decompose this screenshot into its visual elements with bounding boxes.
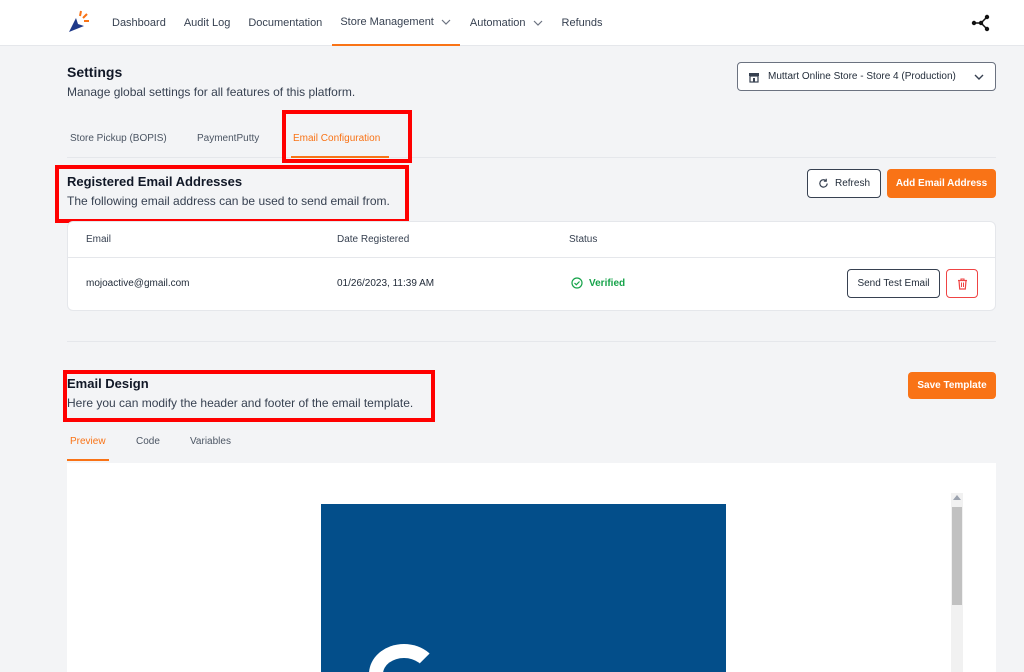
network-graph-icon[interactable] [970, 12, 992, 34]
nav-store-management[interactable]: Store Management [332, 0, 460, 46]
nav-refunds[interactable]: Refunds [554, 0, 611, 46]
column-header-date-registered: Date Registered [337, 234, 410, 245]
tab-variables[interactable]: Variables [190, 436, 231, 447]
active-subtab-indicator [67, 459, 109, 461]
add-email-address-button[interactable]: Add Email Address [887, 169, 996, 198]
nav-dashboard-label: Dashboard [112, 17, 166, 29]
section-divider [67, 341, 996, 342]
annotation-box [55, 165, 409, 223]
chevron-down-icon [441, 19, 451, 25]
nav-documentation-label: Documentation [248, 17, 323, 29]
annotation-box [282, 110, 412, 163]
store-select[interactable]: Muttart Online Store - Store 4 (Producti… [737, 62, 996, 91]
nav-store-management-label: Store Management [340, 16, 434, 28]
page-subtitle: Manage global settings for all features … [67, 85, 356, 99]
tab-store-pickup-label: Store Pickup (BOPIS) [70, 132, 167, 144]
settings-tabs: Store Pickup (BOPIS) PaymentPutty Email … [67, 118, 996, 158]
nav-dashboard[interactable]: Dashboard [104, 0, 174, 46]
check-circle-icon [571, 277, 583, 289]
nav-automation[interactable]: Automation [462, 0, 552, 46]
date-cell: 01/26/2023, 11:39 AM [337, 278, 435, 289]
nav-audit-log-label: Audit Log [183, 17, 231, 29]
column-header-status: Status [569, 234, 598, 245]
email-cell: mojoactive@gmail.com [86, 278, 190, 289]
store-icon [749, 72, 759, 83]
table-header: Email Date Registered Status [68, 222, 995, 258]
trash-icon [957, 277, 967, 290]
status-badge: Verified [571, 277, 625, 289]
tab-paymentputty-label: PaymentPutty [197, 132, 260, 144]
save-template-button[interactable]: Save Template [908, 372, 996, 399]
refresh-button-label: Refresh [834, 178, 870, 189]
email-header-banner [321, 504, 726, 672]
nav-documentation[interactable]: Documentation [240, 0, 330, 46]
registered-emails-table: Email Date Registered Status mojoactive@… [67, 221, 996, 311]
nav-audit-log[interactable]: Audit Log [176, 0, 238, 46]
nav-automation-label: Automation [469, 17, 526, 29]
store-select-value: Muttart Online Store - Store 4 (Producti… [768, 71, 956, 82]
email-preview-frame [67, 463, 996, 672]
send-test-email-label: Send Test Email [857, 278, 930, 289]
tab-store-pickup[interactable]: Store Pickup (BOPIS) [70, 118, 167, 158]
status-label: Verified [589, 277, 626, 289]
top-navigation-bar: Dashboard Audit Log Documentation Store … [0, 0, 1024, 46]
chevron-down-icon [974, 74, 984, 80]
tab-code[interactable]: Code [136, 436, 160, 447]
delete-button[interactable] [946, 269, 978, 298]
email-design-tabs: Preview Code Variables [67, 430, 996, 461]
tab-paymentputty[interactable]: PaymentPutty [197, 118, 259, 158]
scroll-thumb[interactable] [952, 507, 962, 605]
refresh-button[interactable]: Refresh [807, 169, 881, 198]
add-email-address-label: Add Email Address [895, 178, 988, 189]
send-test-email-button[interactable]: Send Test Email [847, 269, 940, 298]
annotation-box [63, 370, 435, 422]
nav-refunds-label: Refunds [561, 17, 603, 29]
save-template-label: Save Template [917, 380, 987, 391]
page-title: Settings [67, 64, 123, 80]
refresh-icon [819, 178, 828, 188]
column-header-email: Email [86, 234, 112, 245]
email-header-logo-fragment [369, 644, 439, 672]
scroll-up-arrow-icon[interactable] [953, 495, 961, 500]
preview-scrollbar[interactable] [951, 493, 963, 672]
chevron-down-icon [533, 20, 542, 26]
app-logo-icon[interactable] [66, 10, 92, 36]
tab-preview[interactable]: Preview [70, 436, 106, 447]
main-nav: Dashboard Audit Log Documentation Store … [104, 0, 613, 46]
